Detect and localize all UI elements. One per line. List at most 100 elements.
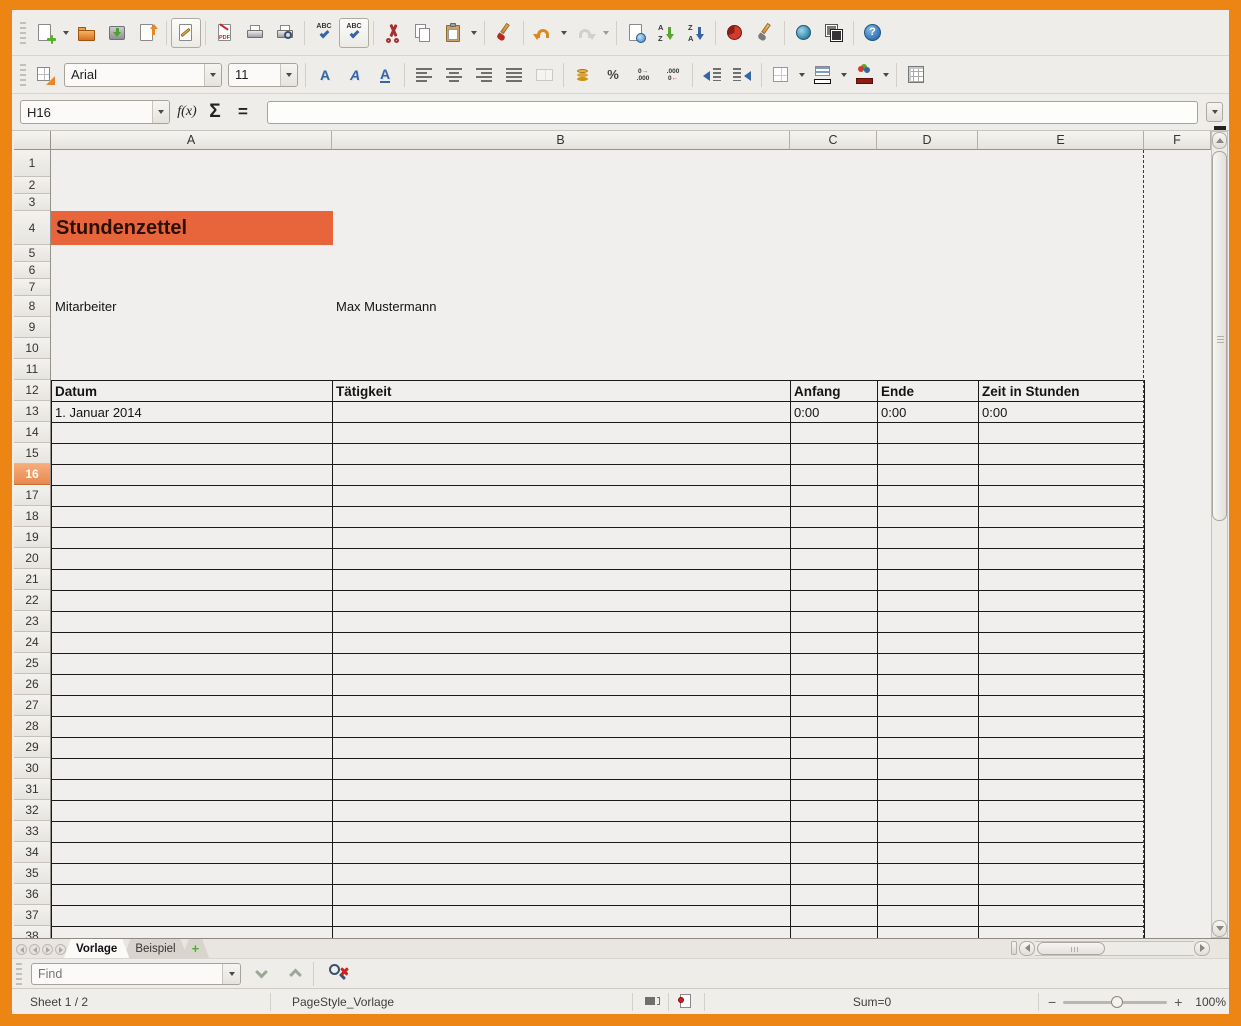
delete-decimal-button[interactable]: .0000← <box>658 60 688 90</box>
export-pdf-button[interactable]: PDF <box>210 18 240 48</box>
header-datum[interactable]: Datum <box>55 381 97 402</box>
formula-input-line[interactable] <box>267 101 1198 124</box>
sum-status[interactable]: Sum=0 <box>772 989 972 1015</box>
paste-button[interactable] <box>438 18 468 48</box>
underline-button[interactable]: A <box>370 60 400 90</box>
column-header-D[interactable]: D <box>877 131 978 150</box>
print-preview-button[interactable] <box>270 18 300 48</box>
row-header-31[interactable]: 31 <box>14 779 50 800</box>
page-style-status[interactable]: PageStyle_Vorlage <box>292 989 394 1015</box>
navigator-button[interactable] <box>789 18 819 48</box>
freeze-panes-button[interactable] <box>901 60 931 90</box>
select-all-corner[interactable] <box>14 131 51 150</box>
print-button[interactable] <box>240 18 270 48</box>
zoom-in-button[interactable]: + <box>1174 994 1182 1010</box>
gallery-button[interactable] <box>819 18 849 48</box>
row-header-24[interactable]: 24 <box>14 632 50 653</box>
row-header-22[interactable]: 22 <box>14 590 50 611</box>
bold-button[interactable]: A <box>310 60 340 90</box>
find-previous-button[interactable] <box>281 962 309 986</box>
previous-sheet-button[interactable] <box>29 944 40 955</box>
insert-chart-button[interactable] <box>720 18 750 48</box>
font-size-dropdown[interactable] <box>280 64 297 86</box>
column-header-A[interactable]: A <box>51 131 332 150</box>
font-size-combobox[interactable]: 11 <box>228 63 298 87</box>
row-header-12[interactable]: 12 <box>14 380 50 401</box>
row-header-28[interactable]: 28 <box>14 716 50 737</box>
align-right-button[interactable] <box>469 60 499 90</box>
name-box-dropdown[interactable] <box>152 101 169 123</box>
paste-dropdown[interactable] <box>468 19 480 47</box>
cell-ende-value[interactable]: 0:00 <box>881 402 906 423</box>
cell-mitarbeiter-value[interactable]: Max Mustermann <box>336 296 436 317</box>
font-name-dropdown[interactable] <box>204 64 221 86</box>
row-header-9[interactable]: 9 <box>14 317 50 338</box>
row-header-13[interactable]: 13 <box>14 401 50 422</box>
column-header-B[interactable]: B <box>332 131 790 150</box>
row-header-34[interactable]: 34 <box>14 842 50 863</box>
open-button[interactable] <box>72 18 102 48</box>
styles-button[interactable] <box>30 60 60 90</box>
add-decimal-button[interactable]: 0→.000 <box>628 60 658 90</box>
header-taetigkeit[interactable]: Tätigkeit <box>336 381 392 402</box>
row-header-30[interactable]: 30 <box>14 758 50 779</box>
horizontal-split-handle[interactable] <box>1011 941 1017 955</box>
zoom-slider-thumb[interactable] <box>1111 996 1123 1008</box>
toolbar-grip[interactable] <box>20 64 26 86</box>
currency-format-button[interactable] <box>568 60 598 90</box>
cells-canvas[interactable]: Stundenzettel Mitarbeiter Max Mustermann… <box>51 150 1211 938</box>
zoom-slider[interactable] <box>1063 1001 1167 1004</box>
sheet-tab-beispiel[interactable]: Beispiel <box>123 939 187 958</box>
draw-functions-button[interactable] <box>750 18 780 48</box>
row-header-38[interactable]: 38 <box>14 926 50 938</box>
function-wizard-button[interactable]: f(x) <box>173 104 201 120</box>
zoom-out-button[interactable]: − <box>1048 994 1056 1010</box>
name-box[interactable]: H16 <box>20 100 170 124</box>
document-modified-icon[interactable] <box>680 994 691 1008</box>
background-color-button[interactable] <box>808 60 838 90</box>
row-header-11[interactable]: 11 <box>14 359 50 380</box>
vertical-scrollbar[interactable] <box>1211 131 1228 938</box>
row-header-10[interactable]: 10 <box>14 338 50 359</box>
align-justified-button[interactable] <box>499 60 529 90</box>
header-ende[interactable]: Ende <box>881 381 914 402</box>
redo-button[interactable] <box>570 18 600 48</box>
vertical-scrollbar-thumb[interactable] <box>1212 151 1227 521</box>
row-header-33[interactable]: 33 <box>14 821 50 842</box>
sheet-tab-vorlage[interactable]: Vorlage <box>64 939 129 958</box>
row-header-37[interactable]: 37 <box>14 905 50 926</box>
row-header-1[interactable]: 1 <box>14 150 50 177</box>
find-and-replace-button[interactable] <box>326 962 352 986</box>
row-header-35[interactable]: 35 <box>14 863 50 884</box>
auto-spellcheck-button[interactable]: ABC <box>339 18 369 48</box>
copy-button[interactable] <box>408 18 438 48</box>
find-input[interactable] <box>31 963 241 985</box>
row-header-14[interactable]: 14 <box>14 422 50 443</box>
redo-dropdown[interactable] <box>600 19 612 47</box>
toolbar-grip[interactable] <box>16 963 22 985</box>
row-header-6[interactable]: 6 <box>14 262 50 279</box>
row-header-16[interactable]: 16 <box>14 464 50 485</box>
vertical-split-handle[interactable] <box>1214 126 1226 130</box>
row-header-25[interactable]: 25 <box>14 653 50 674</box>
column-header-E[interactable]: E <box>978 131 1144 150</box>
row-header-27[interactable]: 27 <box>14 695 50 716</box>
equals-button[interactable]: = <box>229 102 257 122</box>
title-cell[interactable]: Stundenzettel <box>51 211 333 245</box>
increase-indent-button[interactable] <box>727 60 757 90</box>
row-header-21[interactable]: 21 <box>14 569 50 590</box>
row-header-29[interactable]: 29 <box>14 737 50 758</box>
sort-ascending-button[interactable]: AZ <box>651 18 681 48</box>
percent-format-button[interactable]: % <box>598 60 628 90</box>
sum-button[interactable]: Σ <box>201 101 229 123</box>
row-header-32[interactable]: 32 <box>14 800 50 821</box>
horizontal-scrollbar[interactable] <box>1011 940 1210 956</box>
new-document-dropdown[interactable] <box>60 19 72 47</box>
row-header-15[interactable]: 15 <box>14 443 50 464</box>
row-header-7[interactable]: 7 <box>14 279 50 296</box>
first-sheet-button[interactable] <box>16 944 27 955</box>
row-header-4[interactable]: 4 <box>14 211 50 245</box>
undo-button[interactable] <box>528 18 558 48</box>
row-header-17[interactable]: 17 <box>14 485 50 506</box>
cell-anfang-value[interactable]: 0:00 <box>794 402 819 423</box>
